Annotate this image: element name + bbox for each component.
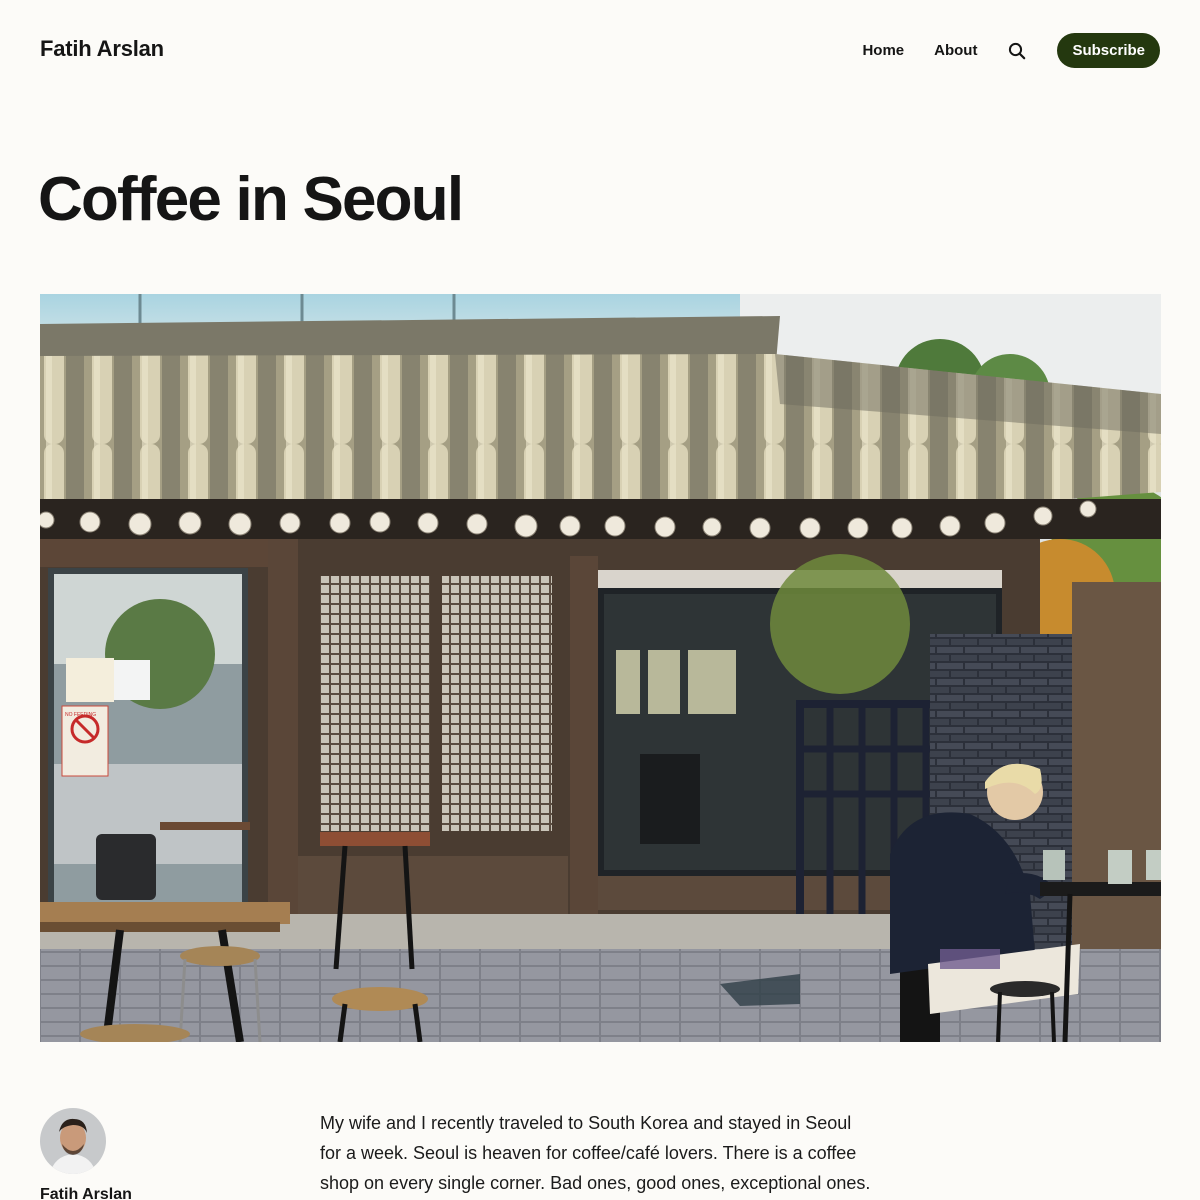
author-name[interactable]: Fatih Arslan bbox=[40, 1186, 132, 1200]
site-title[interactable]: Fatih Arslan bbox=[40, 36, 164, 62]
body-line: My wife and I recently traveled to South… bbox=[320, 1113, 852, 1133]
post-body: My wife and I recently traveled to South… bbox=[320, 1108, 900, 1198]
search-button[interactable] bbox=[1007, 41, 1027, 61]
hero-image: NO FEEDING bbox=[40, 294, 1161, 1042]
hanok-cafe-photo: NO FEEDING bbox=[40, 294, 1161, 1042]
body-line: shop on every single corner. Bad ones, g… bbox=[320, 1173, 871, 1193]
body-line: for a week. Seoul is heaven for coffee/c… bbox=[320, 1143, 857, 1163]
main-nav: Home About Subscribe bbox=[862, 33, 1160, 68]
author-avatar[interactable] bbox=[40, 1108, 106, 1174]
post-title: Coffee in Seoul bbox=[38, 165, 464, 234]
nav-about[interactable]: About bbox=[934, 42, 977, 59]
page: Fatih Arslan Home About Subscribe Coffee… bbox=[0, 0, 1200, 1200]
nav-home[interactable]: Home bbox=[862, 42, 904, 59]
search-icon bbox=[1009, 42, 1026, 59]
subscribe-button[interactable]: Subscribe bbox=[1057, 33, 1160, 68]
no-feeding-sign: NO FEEDING bbox=[65, 712, 96, 718]
avatar-photo bbox=[40, 1108, 106, 1174]
